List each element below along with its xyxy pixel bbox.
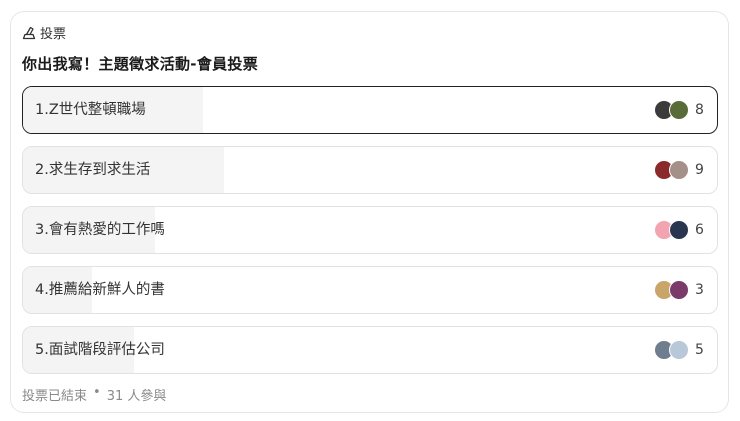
voter-avatars [654, 100, 689, 120]
option-voters: 9 [654, 147, 705, 193]
vote-count: 5 [695, 342, 704, 358]
voter-avatars [654, 220, 689, 240]
poll-title: 你出我寫！主題徵求活動-會員投票 [22, 55, 259, 73]
voter-avatars [654, 280, 689, 300]
poll-option-4[interactable]: 4.推薦給新鮮人的書 3 [22, 266, 718, 314]
option-label: 1.Z世代整頓職場 [35, 102, 146, 118]
participant-count: 31 人參與 [106, 389, 167, 404]
option-voters: 5 [654, 327, 705, 373]
vote-count: 9 [695, 162, 704, 178]
voter-avatars [654, 160, 689, 180]
poll-option-3[interactable]: 3.會有熱愛的工作嗎 6 [22, 206, 718, 254]
poll-option-5[interactable]: 5.面試階段評估公司 5 [22, 326, 718, 374]
option-label: 3.會有熱愛的工作嗎 [35, 222, 165, 238]
option-voters: 6 [654, 207, 705, 253]
voter-avatars [654, 340, 689, 360]
option-voters: 3 [654, 267, 705, 313]
ballot-icon [22, 25, 36, 40]
option-label: 5.面試階段評估公司 [35, 342, 165, 358]
vote-count: 6 [695, 222, 704, 238]
avatar [669, 280, 689, 300]
option-label: 4.推薦給新鮮人的書 [35, 282, 165, 298]
avatar [669, 100, 689, 120]
poll-option-2[interactable]: 2.求生存到求生活 9 [22, 146, 718, 194]
separator-dot: • [93, 385, 101, 400]
avatar [669, 220, 689, 240]
vote-count: 3 [695, 282, 704, 298]
avatar [669, 160, 689, 180]
poll-header: 投票 [22, 23, 67, 42]
poll-status: 投票已結束 [22, 389, 88, 404]
poll-option-1[interactable]: 1.Z世代整頓職場 8 [22, 86, 718, 134]
avatar [669, 340, 689, 360]
vote-count: 8 [695, 102, 704, 118]
poll-footer: 投票已結束 • 31 人參與 [22, 385, 166, 404]
option-voters: 8 [654, 87, 705, 133]
poll-options: 1.Z世代整頓職場 8 2.求生存到求生活 9 3.會有熱愛的工作嗎 6 4.推薦給新鮮人的… [22, 86, 718, 386]
poll-type-label: 投票 [40, 26, 67, 42]
poll-card: 投票 你出我寫！主題徵求活動-會員投票 1.Z世代整頓職場 8 2.求生存到求生活 9… [10, 11, 729, 413]
option-label: 2.求生存到求生活 [35, 162, 151, 178]
